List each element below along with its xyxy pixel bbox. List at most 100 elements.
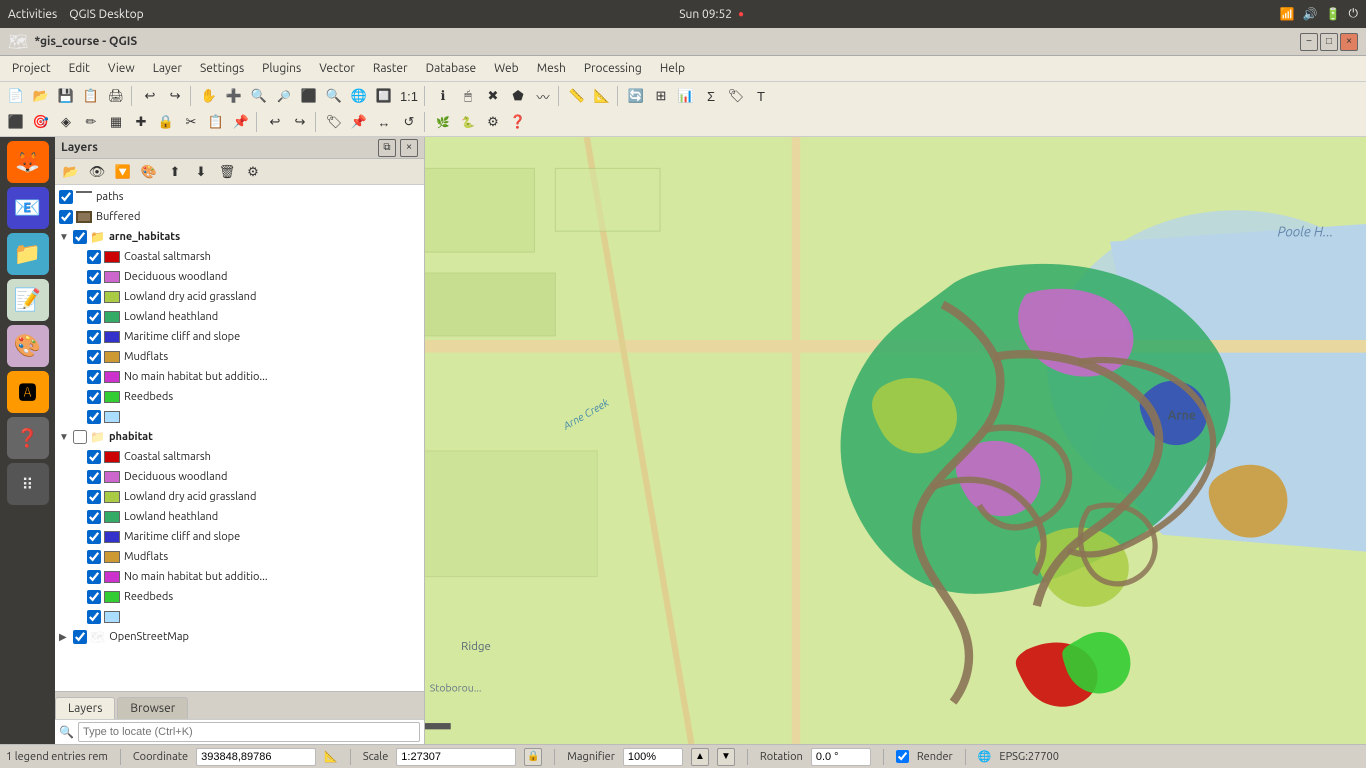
open-styling-button[interactable]: 🎨 — [137, 160, 161, 184]
layer-cb-ah-nomainhabitat[interactable] — [87, 370, 101, 384]
layer-cb-ah-lowland-dry[interactable] — [87, 290, 101, 304]
map-area[interactable]: Poole H... Arne Ridge Stoborou... Arne C… — [425, 137, 1366, 744]
layer-item-ah-coastal[interactable]: Coastal saltmarsh — [55, 247, 424, 267]
paste-feature-button[interactable]: 📌 — [229, 110, 253, 134]
tile-scale-button[interactable]: ⊞ — [649, 84, 673, 108]
layer-item-ph-maritime[interactable]: Maritime cliff and slope — [55, 527, 424, 547]
menu-item-edit[interactable]: Edit — [61, 60, 98, 77]
undo2-button[interactable]: ↩ — [263, 110, 287, 134]
layer-item-osm[interactable]: ▶ 🗺 OpenStreetMap — [55, 627, 424, 647]
rotate-label-button[interactable]: ↺ — [397, 110, 421, 134]
layer-cb-osm[interactable] — [73, 630, 87, 644]
layers-close-button[interactable]: × — [400, 139, 418, 157]
layer-cb-ah-reedbeds[interactable] — [87, 390, 101, 404]
layer-cb-arne-habitats[interactable] — [73, 230, 87, 244]
layer-item-ph-nomainhabitat[interactable]: No main habitat but additio... — [55, 567, 424, 587]
copy-feature-button[interactable]: 📋 — [204, 110, 228, 134]
add-feature-button[interactable]: ✚ — [129, 110, 153, 134]
title-bar-controls[interactable]: − □ × — [1300, 33, 1358, 51]
firefox-icon[interactable]: 🦊 — [7, 141, 49, 183]
layer-cb-ah-maritime[interactable] — [87, 330, 101, 344]
layers-float-button[interactable]: ⧉ — [378, 139, 396, 157]
layer-cb-buffered[interactable] — [59, 210, 73, 224]
measure-area-button[interactable]: 📐 — [590, 84, 614, 108]
menu-item-vector[interactable]: Vector — [311, 60, 363, 77]
email-icon[interactable]: 📧 — [7, 187, 49, 229]
layer-item-buffered[interactable]: Buffered — [55, 207, 424, 227]
layer-cb-phabitat[interactable] — [73, 430, 87, 444]
identify-button[interactable]: ℹ — [431, 84, 455, 108]
zoom-full-button[interactable]: 🌐 — [347, 84, 371, 108]
menu-item-processing[interactable]: Processing — [576, 60, 650, 77]
layer-item-arne-habitats-group[interactable]: ▼ 📁 arne_habitats — [55, 227, 424, 247]
scale-input[interactable] — [396, 748, 516, 766]
vertex-tool-button[interactable]: ◈ — [54, 110, 78, 134]
select-freehand-button[interactable]: 〰 — [531, 84, 555, 108]
layer-cb-ph-nomainhabitat[interactable] — [87, 570, 101, 584]
layer-cb-ph-unknown[interactable] — [87, 610, 101, 624]
save-as-button[interactable]: 📋 — [79, 84, 103, 108]
layer-item-ph-unknown[interactable] — [55, 607, 424, 627]
measure-button[interactable]: 📏 — [565, 84, 589, 108]
pin-label-button[interactable]: 📌 — [347, 110, 371, 134]
layer-item-ah-mudflats[interactable]: Mudflats — [55, 347, 424, 367]
tab-layers[interactable]: Layers — [55, 697, 115, 719]
layer-visibility-button[interactable]: 👁 — [85, 160, 109, 184]
layer-item-ah-unknown[interactable] — [55, 407, 424, 427]
undo-button[interactable]: ↩ — [138, 84, 162, 108]
layer-cb-ph-mudflats[interactable] — [87, 550, 101, 564]
layer-cb-ph-deciduous[interactable] — [87, 470, 101, 484]
layer-cb-ph-coastal[interactable] — [87, 450, 101, 464]
arne-habitats-expand-icon[interactable]: ▼ — [59, 231, 71, 243]
menu-item-raster[interactable]: Raster — [365, 60, 416, 77]
layer-item-ah-deciduous[interactable]: Deciduous woodland — [55, 267, 424, 287]
layer-item-ph-coastal[interactable]: Coastal saltmarsh — [55, 447, 424, 467]
layer-cb-paths[interactable] — [59, 190, 73, 204]
osm-expand-icon[interactable]: ▶ — [59, 631, 71, 643]
select-polygon-button[interactable]: ⬟ — [506, 84, 530, 108]
zoom-rubber-band-button[interactable]: ⬛ — [297, 84, 321, 108]
layer-cb-ah-unknown[interactable] — [87, 410, 101, 424]
magnifier-up-button[interactable]: ▲ — [691, 748, 709, 766]
attribute-table-button[interactable]: 📊 — [674, 84, 698, 108]
close-button[interactable]: × — [1340, 33, 1358, 51]
activities-label[interactable]: Activities — [8, 8, 57, 21]
grass-button[interactable]: 🌿 — [431, 110, 455, 134]
layer-up-button[interactable]: ⬆ — [163, 160, 187, 184]
layer-down-button[interactable]: ⬇ — [189, 160, 213, 184]
amazon-icon[interactable]: 🅰 — [7, 371, 49, 413]
maximize-button[interactable]: □ — [1320, 33, 1338, 51]
help-icon[interactable]: ❓ — [7, 417, 49, 459]
refresh-button[interactable]: 🔄 — [624, 84, 648, 108]
pan-button[interactable]: ✋ — [197, 84, 221, 108]
libreoffice-icon[interactable]: 📝 — [7, 279, 49, 321]
layer-item-ah-reedbeds[interactable]: Reedbeds — [55, 387, 424, 407]
layer-item-ah-lowland-dry[interactable]: Lowland dry acid grassland — [55, 287, 424, 307]
toggle-edit-button[interactable]: 🔒 — [154, 110, 178, 134]
menu-item-help[interactable]: Help — [652, 60, 693, 77]
canvas-label-button[interactable]: T — [749, 84, 773, 108]
menu-item-layer[interactable]: Layer — [145, 60, 190, 77]
deselect-button[interactable]: ✖ — [481, 84, 505, 108]
layer-item-ah-lowland-heath[interactable]: Lowland heathland — [55, 307, 424, 327]
layer-item-ah-nomainhabitat[interactable]: No main habitat but additio... — [55, 367, 424, 387]
digitize-button[interactable]: ⬛ — [4, 110, 28, 134]
phabitat-expand-icon[interactable]: ▼ — [59, 431, 71, 443]
menu-item-view[interactable]: View — [100, 60, 143, 77]
menu-item-web[interactable]: Web — [486, 60, 527, 77]
gimp-icon[interactable]: 🎨 — [7, 325, 49, 367]
qgis-app-label[interactable]: QGIS Desktop — [69, 8, 143, 21]
label2-button[interactable]: 🏷 — [322, 110, 346, 134]
redo-button[interactable]: ↩ — [163, 84, 187, 108]
layer-item-ah-maritime[interactable]: Maritime cliff and slope — [55, 327, 424, 347]
magnifier-down-button[interactable]: ▼ — [717, 748, 735, 766]
layer-cb-ph-maritime[interactable] — [87, 530, 101, 544]
stat-summary-button[interactable]: Σ — [699, 84, 723, 108]
layer-cb-ph-lowland-dry[interactable] — [87, 490, 101, 504]
scale-lock-button[interactable]: 🔒 — [524, 748, 542, 766]
filter-layers-button[interactable]: 🔽 — [111, 160, 135, 184]
layer-item-phabitat-group[interactable]: ▼ 📁 phabitat — [55, 427, 424, 447]
save-project-button[interactable]: 💾 — [54, 84, 78, 108]
select-button[interactable]: 🖱 — [456, 84, 480, 108]
apps-icon[interactable]: ⠿ — [7, 463, 49, 505]
